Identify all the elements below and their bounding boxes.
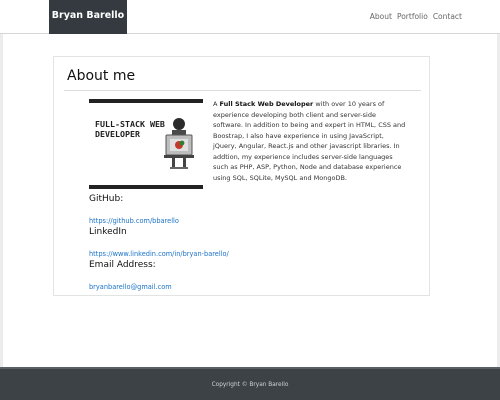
hero-image: FULL-STACK WEB DEVELOPER	[89, 99, 203, 189]
nav-about-link[interactable]: About	[370, 12, 392, 21]
email-link[interactable]: bryanbarello@gmail.com	[89, 283, 172, 291]
github-heading: GitHub:	[89, 194, 124, 204]
hero-bottom-bar	[89, 185, 203, 189]
developer-illustration-icon	[164, 118, 194, 169]
bio-body: with over 10 years of experience develop…	[213, 100, 406, 182]
bio-role: Full Stack Web Developer	[219, 100, 314, 108]
title-divider	[64, 90, 421, 91]
email-section: Email Address: bryanbarello@gmail.com	[89, 260, 172, 293]
linkedin-section: LinkedIn https://www.linkedin.com/in/bry…	[89, 227, 229, 260]
page-title: About me	[67, 68, 136, 84]
nav-links: About Portfolio Contact	[370, 12, 462, 21]
nav-portfolio-link[interactable]: Portfolio	[397, 12, 428, 21]
navbar: Bryan Barello About Portfolio Contact	[0, 0, 500, 34]
github-link[interactable]: https://github.com/bbarello	[89, 217, 179, 225]
hero-top-bar	[89, 99, 203, 103]
about-card: About me FULL-STACK WEB DEVELOPER A Full…	[53, 56, 430, 296]
hero-line-1: FULL-STACK WEB	[95, 119, 165, 129]
nav-contact-link[interactable]: Contact	[433, 12, 462, 21]
copyright-text: Copyright © Bryan Barello	[211, 382, 289, 388]
linkedin-heading: LinkedIn	[89, 227, 127, 237]
hero-image-text: FULL-STACK WEB DEVELOPER	[95, 119, 165, 139]
bio-paragraph: A Full Stack Web Developer with over 10 …	[213, 99, 407, 183]
github-section: GitHub: https://github.com/bbarello	[89, 194, 179, 227]
footer: Copyright © Bryan Barello	[0, 367, 500, 400]
brand-link[interactable]: Bryan Barello	[49, 0, 127, 34]
linkedin-link[interactable]: https://www.linkedin.com/in/bryan-barell…	[89, 250, 229, 258]
email-heading: Email Address:	[89, 260, 156, 270]
hero-line-2: DEVELOPER	[95, 129, 140, 139]
